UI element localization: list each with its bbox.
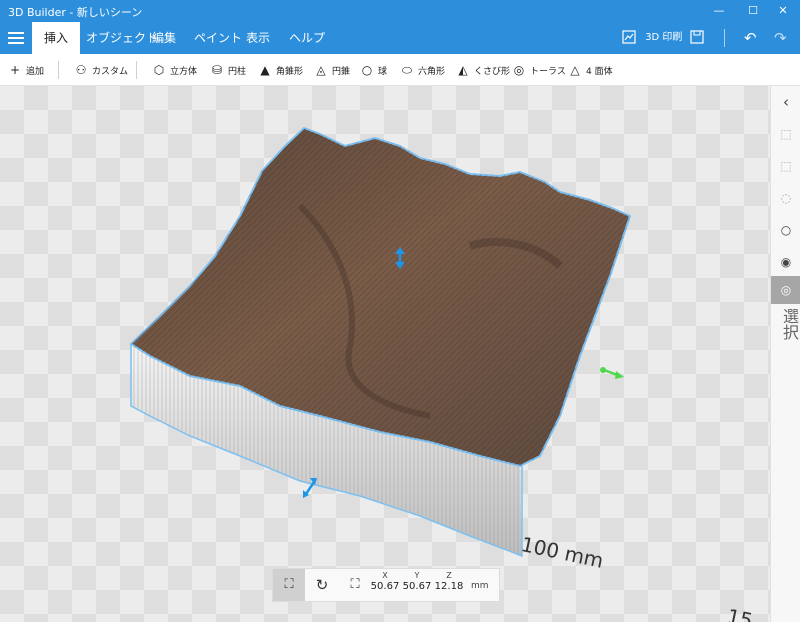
hexagon-label: 六角形 <box>418 66 446 77</box>
circle-select-icon: ○ <box>780 223 792 237</box>
cylinder-icon: ⛁ <box>211 63 223 77</box>
cone-button[interactable]: ◬ 円錐 <box>314 62 350 78</box>
redo-button[interactable]: ↷ <box>774 22 787 54</box>
x-move-handle[interactable] <box>600 367 624 379</box>
save-button[interactable] <box>690 22 704 54</box>
unit-label: mm <box>471 581 489 591</box>
tab-insert[interactable]: 挿入 <box>32 22 81 54</box>
x-label: X <box>382 571 388 580</box>
save-icon <box>690 30 704 44</box>
custom-button[interactable]: ⚇ カスタム <box>74 62 128 78</box>
title-bar: 3D Builder - 新しいシーン — ☐ ✕ <box>0 0 800 22</box>
wedge-button[interactable]: ◭ くさび形 <box>456 62 510 78</box>
ribbon-divider <box>58 61 59 79</box>
cone-icon: ◬ <box>316 63 326 77</box>
print-icon <box>622 30 636 44</box>
sphere-icon: ○ <box>361 63 373 77</box>
z-label: Z <box>446 571 452 580</box>
wedge-label: くさび形 <box>474 66 511 77</box>
cylinder-button[interactable]: ⛁ 円柱 <box>210 62 246 78</box>
hamburger-menu-icon[interactable] <box>8 29 24 45</box>
add-label: 追加 <box>26 66 45 77</box>
toolbar-divider <box>724 29 725 47</box>
ribbon-divider <box>136 61 137 79</box>
select-tool-1[interactable]: ⬚ <box>771 120 800 148</box>
select-box-icon: ⬚ <box>780 127 792 141</box>
cube-icon: ⬡ <box>153 63 165 77</box>
pyramid-icon: ▲ <box>260 63 270 77</box>
cylinder-label: 円柱 <box>228 66 247 77</box>
tab-bar: 挿入 オブジェクト 編集 ペイント 表示 ヘルプ 3D 印刷 ↶ ↷ <box>0 22 800 54</box>
selection-panel-label: 選択 <box>780 308 799 340</box>
undo-button[interactable]: ↶ <box>744 22 757 54</box>
scale-icon: ⛶ <box>350 577 360 592</box>
custom-shape-icon: ⚇ <box>75 63 87 77</box>
select-object-icon: ⬚ <box>780 159 792 173</box>
cone-label: 円錐 <box>332 66 351 77</box>
close-button[interactable]: ✕ <box>768 2 798 20</box>
rotate-icon: ↻ <box>315 576 329 594</box>
transform-toolbar: ⛶ ↻ ⛶ X 50.67 Y 50.67 Z 12.18 mm <box>272 568 500 602</box>
lasso-icon: ◌ <box>780 191 792 205</box>
select-tool-5[interactable]: ◉ <box>771 248 800 276</box>
sphere-label: 球 <box>378 66 388 77</box>
undo-icon: ↶ <box>744 29 757 47</box>
insert-ribbon: + 追加 ⚇ カスタム ⬡ 立方体 ⛁ 円柱 ▲ 角錐形 ◬ 円錐 ○ 球 ⬭ … <box>0 54 800 86</box>
select-tool-2[interactable]: ⬚ <box>771 152 800 180</box>
tetrahedron-label: 4 面体 <box>586 66 613 77</box>
right-panel: ‹ ⬚ ⬚ ◌ ○ ◉ ◎ 選択 <box>770 86 800 622</box>
chevron-left-icon: ‹ <box>783 93 789 111</box>
minimize-button[interactable]: — <box>704 2 734 20</box>
print-label: 3D 印刷 <box>645 32 683 43</box>
sphere-button[interactable]: ○ 球 <box>360 62 387 78</box>
select-tool-3[interactable]: ◌ <box>771 184 800 212</box>
tab-edit[interactable]: 編集 <box>140 22 188 54</box>
torus-button[interactable]: ◎ トーラス <box>512 62 566 78</box>
wedge-icon: ◭ <box>458 63 468 77</box>
maximize-button[interactable]: ☐ <box>738 2 768 20</box>
tab-view[interactable]: 表示 <box>234 22 282 54</box>
move-icon: ⛶ <box>284 577 294 592</box>
face-select-icon: ◉ <box>780 255 792 269</box>
z-value[interactable]: 12.18 <box>429 581 469 592</box>
cube-button[interactable]: ⬡ 立方体 <box>152 62 197 78</box>
add-button[interactable]: + 追加 <box>8 62 44 78</box>
terrain-model[interactable] <box>0 86 770 622</box>
torus-icon: ◎ <box>513 63 525 77</box>
redo-icon: ↷ <box>774 29 787 47</box>
plus-icon: + <box>9 63 21 77</box>
hexagon-icon: ⬭ <box>401 62 413 77</box>
select-tool-4[interactable]: ○ <box>771 216 800 244</box>
cube-label: 立方体 <box>170 66 198 77</box>
select-tool-6[interactable]: ◎ <box>771 276 800 304</box>
custom-label: カスタム <box>92 66 129 77</box>
tetrahedron-button[interactable]: △ 4 面体 <box>568 62 613 78</box>
print-3d-button[interactable]: 3D 印刷 <box>622 22 682 54</box>
object-select-icon: ◎ <box>780 283 792 297</box>
tetrahedron-icon: △ <box>570 63 580 77</box>
tab-help[interactable]: ヘルプ <box>277 22 337 54</box>
pyramid-label: 角錐形 <box>276 66 304 77</box>
collapse-panel-button[interactable]: ‹ <box>771 88 800 116</box>
torus-label: トーラス <box>530 66 566 77</box>
y-label: Y <box>414 571 420 580</box>
pyramid-button[interactable]: ▲ 角錐形 <box>258 62 303 78</box>
3d-viewport[interactable]: 100 mm 15 <box>0 86 770 622</box>
rotate-tool-button[interactable]: ↻ <box>306 569 338 601</box>
move-tool-button[interactable]: ⛶ <box>273 569 305 601</box>
hexagon-button[interactable]: ⬭ 六角形 <box>400 62 445 78</box>
window-title: 3D Builder - 新しいシーン <box>8 6 143 19</box>
